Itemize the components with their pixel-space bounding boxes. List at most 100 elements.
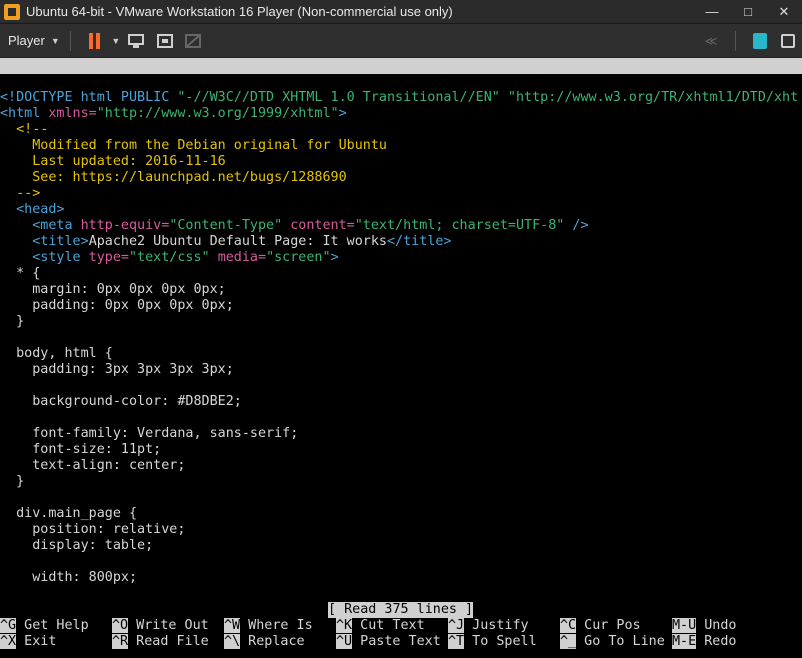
back-button[interactable]: ≪ (697, 29, 725, 53)
status-message: [ Read 375 lines ] (328, 602, 474, 618)
code-token: Apache2 Ubuntu Default Page: It works (88, 234, 387, 249)
minimize-button[interactable]: — (694, 4, 730, 19)
code-token: http-equiv= (80, 218, 170, 233)
code-line: margin: 0px 0px 0px 0px; (0, 282, 802, 298)
shortcut-label: Read File (128, 634, 209, 649)
code-token: xmlns= (48, 106, 97, 121)
code-line: <head> (0, 202, 802, 218)
close-button[interactable]: ✕ (766, 4, 802, 20)
shortcut-key: ^X (0, 634, 17, 649)
code-token: position: relative; (0, 522, 186, 537)
shortcut-item[interactable]: ^\ Replace (224, 634, 305, 650)
shortcut-key: ^W (224, 618, 241, 633)
shortcut-item[interactable]: M-U Undo (672, 618, 737, 634)
code-token: margin: 0px 0px 0px 0px; (0, 282, 226, 297)
pause-menu-button[interactable]: ▼ (109, 29, 123, 53)
code-token: font-family: Verdana, sans-serif; (0, 426, 299, 441)
code-line: --> (0, 186, 802, 202)
back-icon: ≪ (704, 33, 718, 48)
shortcut-label: Cut Text (352, 618, 425, 633)
shortcut-key: ^K (336, 618, 353, 633)
shortcut-key: ^_ (560, 634, 577, 649)
code-token: "http://www.w3.org/1999/xhtml" (96, 106, 339, 121)
code-line: <title>Apache2 Ubuntu Default Page: It w… (0, 234, 802, 250)
unity-button[interactable] (179, 29, 207, 53)
code-token: width: 800px; (0, 570, 138, 585)
code-line: display: table; (0, 538, 802, 554)
fullscreen-button[interactable] (151, 29, 179, 53)
code-token: <title> (0, 234, 89, 249)
code-token: content= (290, 218, 355, 233)
code-token: "text/html; charset=UTF-8" (354, 218, 565, 233)
shortcut-item[interactable]: ^C Cur Pos (560, 618, 641, 634)
shortcut-key: ^\ (224, 634, 241, 649)
code-line: padding: 0px 0px 0px 0px; (0, 298, 802, 314)
shortcut-label: Get Help (16, 618, 89, 633)
code-line: background-color: #D8DBE2; (0, 394, 802, 410)
code-token: type= (88, 250, 129, 265)
code-token: media= (217, 250, 267, 265)
code-editor[interactable]: <!DOCTYPE html PUBLIC "-//W3C//DTD XHTML… (0, 90, 802, 586)
code-line: position: relative; (0, 522, 802, 538)
code-line: <!-- (0, 122, 802, 138)
shortcut-item[interactable]: ^T To Spell (448, 634, 537, 650)
pause-icon (89, 32, 101, 49)
code-token: display: table; (0, 538, 154, 553)
shortcut-bar: ^G Get Help ^O Write Out ^W Where Is ^K Cut… (0, 618, 802, 650)
code-line: Last updated: 2016-11-16 (0, 154, 802, 170)
shortcut-label: Write Out (128, 618, 209, 633)
player-menu-label: Player (8, 33, 45, 48)
window-title: Ubuntu 64-bit - VMware Workstation 16 Pl… (26, 4, 453, 19)
code-line: Modified from the Debian original for Ub… (0, 138, 802, 154)
terminal-screen[interactable]: GNU nano 4.8 /var/www/html/index.html <!… (0, 58, 802, 658)
shortcut-item[interactable]: ^U Paste Text (336, 634, 441, 650)
vmware-logo-icon (4, 3, 20, 20)
shortcut-item[interactable]: ^W Where Is (224, 618, 313, 634)
notes-button[interactable] (746, 29, 774, 53)
code-token: * { (0, 266, 41, 281)
unity-icon (184, 33, 201, 48)
code-token: } (0, 314, 25, 329)
code-token: "screen" (266, 250, 331, 265)
code-token: background-color: #D8DBE2; (0, 394, 242, 409)
window-titlebar: Ubuntu 64-bit - VMware Workstation 16 Pl… (0, 0, 802, 24)
code-token: <!DOCTYPE html PUBLIC (0, 90, 178, 105)
shortcut-item[interactable]: ^_ Go To Line (560, 634, 665, 650)
send-ctrl-alt-del-button[interactable] (123, 29, 151, 53)
code-token: <meta (0, 218, 81, 233)
code-token: text-align: center; (0, 458, 186, 473)
code-token: </title> (386, 234, 452, 249)
code-line: <html xmlns="http://www.w3.org/1999/xhtm… (0, 106, 802, 122)
code-line: <meta http-equiv="Content-Type" content=… (0, 218, 802, 234)
shortcut-item[interactable]: ^X Exit (0, 634, 56, 650)
shortcut-key: ^G (0, 618, 17, 633)
code-line: <style type="text/css" media="screen"> (0, 250, 802, 266)
nano-version: GNU nano 4.8 (16, 74, 113, 89)
code-token: /> (564, 218, 589, 233)
shortcut-label: To Spell (464, 634, 537, 649)
shortcut-item[interactable]: ^R Read File (112, 634, 209, 650)
shortcut-item[interactable]: ^O Write Out (112, 618, 209, 634)
code-line: width: 800px; (0, 570, 802, 586)
shortcut-label: Paste Text (352, 634, 441, 649)
code-token: "text/css" (129, 250, 218, 265)
code-token: div.main_page { (0, 506, 138, 521)
maximize-button[interactable]: □ (730, 4, 766, 19)
shortcut-item[interactable]: M-E Redo (672, 634, 737, 650)
shortcut-item[interactable]: ^J Justify (448, 618, 529, 634)
shortcut-key: ^U (336, 634, 353, 649)
player-menu-button[interactable]: Player ▼ (8, 33, 60, 48)
pause-button[interactable] (81, 29, 109, 53)
devices-button[interactable] (774, 29, 802, 53)
shortcut-item[interactable]: ^K Cut Text (336, 618, 425, 634)
shortcut-key: ^R (112, 634, 129, 649)
shortcut-label: Where Is (240, 618, 313, 633)
shortcut-label: Justify (464, 618, 529, 633)
shortcut-label: Go To Line (576, 634, 665, 649)
code-line: font-family: Verdana, sans-serif; (0, 426, 802, 442)
shortcut-item[interactable]: ^G Get Help (0, 618, 89, 634)
